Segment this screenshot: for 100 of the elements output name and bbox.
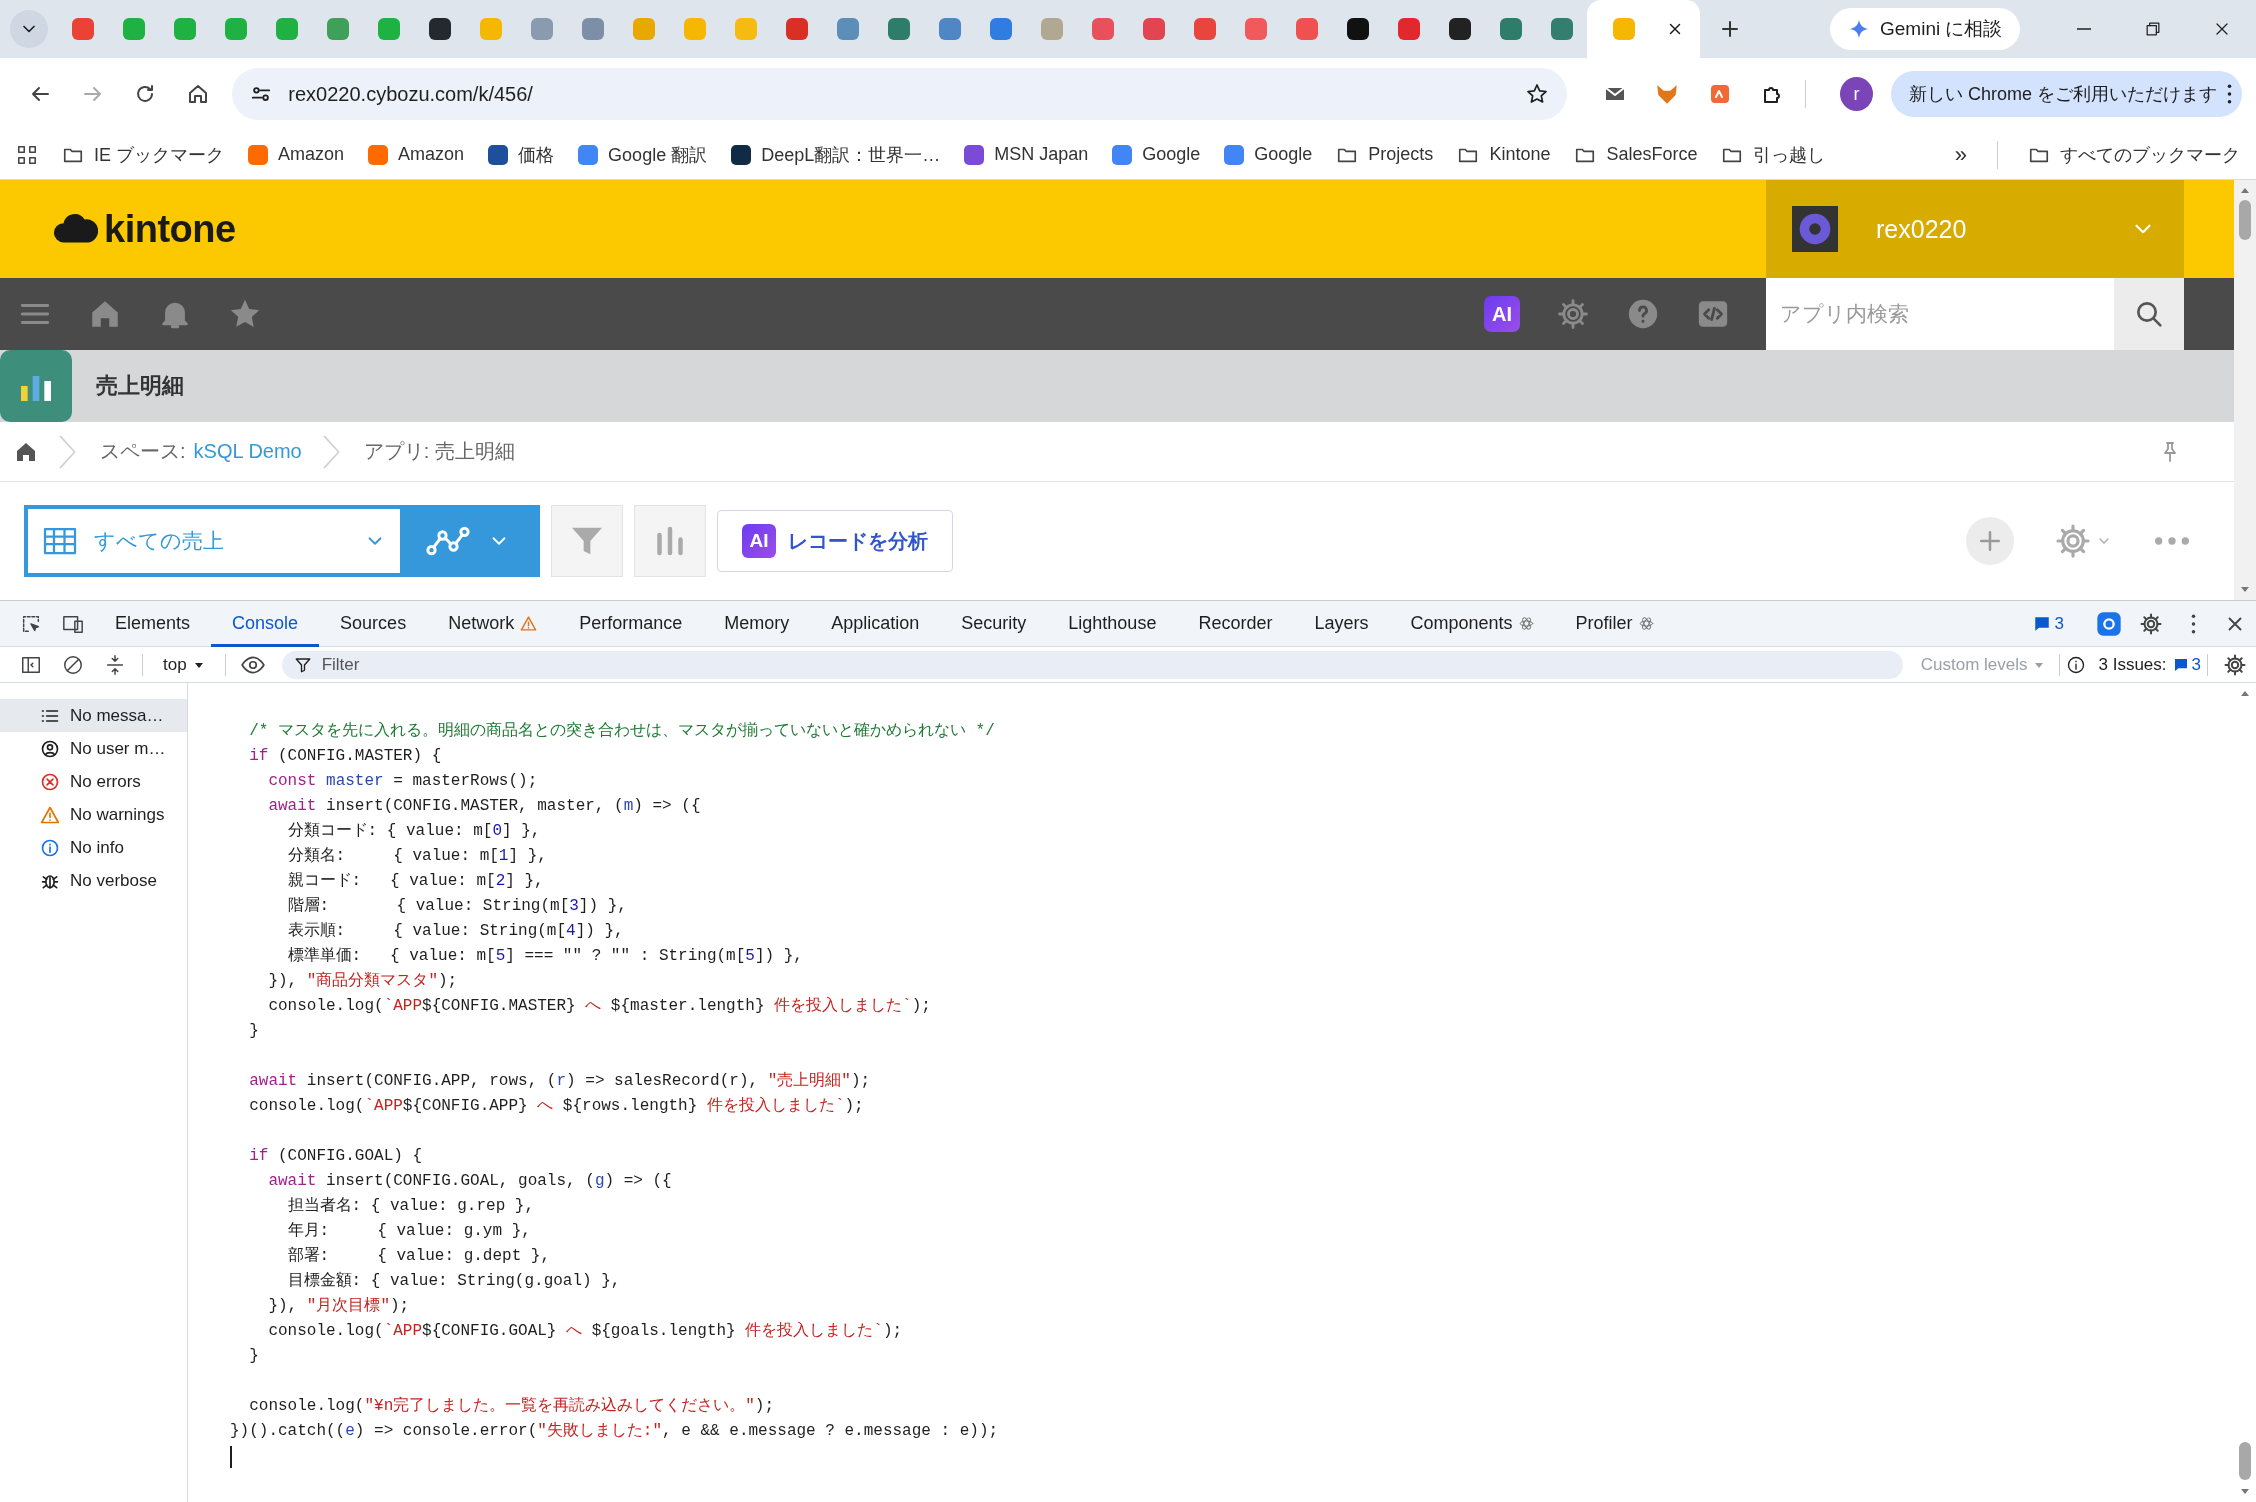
user-name: rex0220 (1876, 214, 1968, 244)
code-line: } (248, 1346, 259, 1367)
code-line: /* マスタを先に入れる。明細の商品名との突き合わせは、マスタが揃っていないと確かめられない */ (248, 720, 995, 742)
devtools-tab[interactable]: Lighthouse (1047, 600, 1178, 647)
bookmark-item[interactable]: DeepL翻訳：世界一… (731, 142, 941, 167)
minimize-icon (2074, 28, 2093, 30)
code-line: 分類コード: { value: m[0] }, (286, 821, 541, 842)
bookmark-item[interactable]: Kintone (1457, 143, 1551, 166)
address-bar[interactable]: rex0220.cybozu.com/k/456/ (232, 68, 1568, 120)
code-line: 標準単価: { value: m[5] === "" ? "" : String(m[5]) }, (286, 946, 803, 967)
code-line: 親コード: { value: m[2] }, (286, 871, 544, 892)
devtools-tab[interactable]: Performance (558, 600, 704, 647)
code-line: if (CONFIG.GOAL) { (248, 1146, 423, 1167)
context-select[interactable]: top (163, 654, 205, 675)
devtools-tab[interactable]: Components (1389, 600, 1555, 647)
console-filter-item[interactable]: No errors (0, 765, 187, 798)
star-icon[interactable] (1525, 82, 1550, 106)
error-icon (40, 771, 60, 792)
breadcrumb-label: スペース: (100, 439, 186, 464)
gear-icon (2223, 652, 2247, 677)
filter-button[interactable] (551, 505, 623, 577)
code-line: 年月: { value: g.ym }, (286, 1221, 531, 1242)
filter-bar[interactable]: Filter (281, 650, 1903, 679)
scrollbar-thumb[interactable] (2239, 1442, 2251, 1480)
ai-button[interactable]: AI (1484, 296, 1520, 332)
filter-field[interactable]: Filter (319, 653, 1891, 676)
bookmark-item[interactable]: MSN Japan (964, 144, 1089, 165)
bookmark-item[interactable]: Google 翻訳 (578, 142, 708, 167)
devtools-tab[interactable]: Recorder (1177, 600, 1294, 647)
bookmark-item[interactable]: Projects (1336, 143, 1434, 166)
analyze-records-button[interactable]: AI レコードを分析 (717, 510, 953, 572)
console-filter-item[interactable]: No info (0, 831, 187, 864)
help-icon[interactable] (1626, 297, 1660, 331)
clear-icon (62, 653, 84, 676)
messages-badge[interactable]: 3 (2032, 613, 2064, 634)
code-line: 階層: { value: String(m[3]) }, (286, 896, 627, 917)
tab-search-button[interactable] (10, 10, 48, 48)
devtools-tab[interactable]: Network (427, 600, 559, 647)
code-line: }), "月次目標"); (267, 1296, 410, 1317)
bookmark-item[interactable]: Google (1224, 144, 1313, 165)
code-line: 担当者名: { value: g.rep }, (286, 1196, 535, 1217)
all-bookmarks-item[interactable]: すべてのブックマーク (2028, 142, 2240, 167)
issues-button[interactable]: 3 Issues: 3 (2098, 654, 2201, 675)
code-line: console.log("¥n完了しました。一覧を再読み込みしてください。"); (248, 1395, 775, 1417)
search-button[interactable] (2114, 278, 2184, 350)
bookmark-item[interactable]: 引っ越し (1721, 142, 1826, 167)
breadcrumb-item[interactable]: アプリ: 売上明細 (363, 438, 515, 465)
home-icon (186, 82, 210, 106)
gear-icon[interactable] (1556, 297, 1590, 331)
code-line: } (248, 1021, 259, 1042)
warning-icon (40, 804, 60, 825)
code-line: })().catch((e) => console.error("失敗しました:", e && e.message ? e.message : e)); (230, 1421, 999, 1442)
bookmark-item[interactable]: Amazon (368, 144, 465, 165)
warning-icon (520, 615, 538, 632)
devtools-tab[interactable]: Application (810, 600, 941, 647)
update-chrome-button[interactable]: 新しい Chrome をご利用いただけます (1891, 71, 2242, 117)
devtools-tab[interactable]: Elements (94, 600, 212, 647)
devtools-tab[interactable]: Memory (703, 600, 811, 647)
scrollbar-thumb[interactable] (2239, 200, 2251, 240)
gear-icon (2054, 522, 2092, 560)
user-icon (40, 738, 60, 759)
kebab-icon (2227, 84, 2232, 104)
console-filter-item[interactable]: No messa… (0, 699, 187, 732)
console-filter-item[interactable]: No warnings (0, 798, 187, 831)
app-title: 売上明細 (96, 372, 184, 400)
console-filter-item[interactable]: No user m… (0, 732, 187, 765)
console-filter-item[interactable]: No verbose (0, 864, 187, 897)
code-line: }), "商品分類マスタ"); (267, 970, 458, 992)
devtools-tab[interactable]: Security (940, 600, 1048, 647)
gear-icon (2139, 611, 2163, 636)
message-icon (2032, 614, 2051, 633)
text-cursor (230, 1446, 232, 1468)
avatar-icon (1792, 206, 1838, 252)
devtools-tab[interactable]: Console (211, 600, 320, 647)
gemini-button[interactable]: Gemini に相談 (1830, 8, 2021, 50)
apps-grid-icon[interactable] (16, 143, 38, 166)
code-line: console.log(`APP${CONFIG.APP} へ ${rows.length} 件を投入しました`); (248, 1096, 864, 1117)
profile-avatar[interactable]: r (1839, 77, 1873, 111)
bookmark-item[interactable]: Google (1112, 144, 1201, 165)
devtools-tab[interactable]: Layers (1293, 600, 1390, 647)
bookmark-item[interactable]: Amazon (248, 144, 345, 165)
more-bookmarks-button[interactable]: » (1954, 141, 1967, 168)
app-search-field[interactable]: アプリ内検索 (1766, 278, 2114, 350)
info-icon (2066, 654, 2087, 675)
bookmark-item[interactable]: IE ブックマーク (62, 142, 224, 167)
atom-icon (1518, 616, 1534, 631)
code-line: await insert(CONFIG.APP, rows, (r) => salesRecord(r), "売上明細"); (248, 1070, 871, 1092)
devtools-tab[interactable]: Profiler (1554, 600, 1675, 647)
chart-button[interactable] (634, 505, 706, 577)
bookmark-item[interactable]: SalesForce (1574, 143, 1698, 166)
bookmark-item[interactable]: 価格 (488, 142, 555, 167)
code-line: 部署: { value: g.dept }, (286, 1246, 551, 1267)
code-line: console.log(`APP${CONFIG.MASTER} へ ${master.length} 件を投入しました`); (267, 996, 931, 1017)
code-line: 表示順: { value: String(m[4]) }, (286, 921, 624, 942)
kebab-icon (2190, 613, 2196, 634)
assistant-icon (2095, 609, 2123, 638)
add-record-button[interactable] (1966, 517, 2014, 565)
atom-icon (1638, 616, 1654, 631)
code-line: await insert(CONFIG.GOAL, goals, (g) => ({ (267, 1171, 672, 1192)
devtools-tab[interactable]: Sources (319, 600, 428, 647)
